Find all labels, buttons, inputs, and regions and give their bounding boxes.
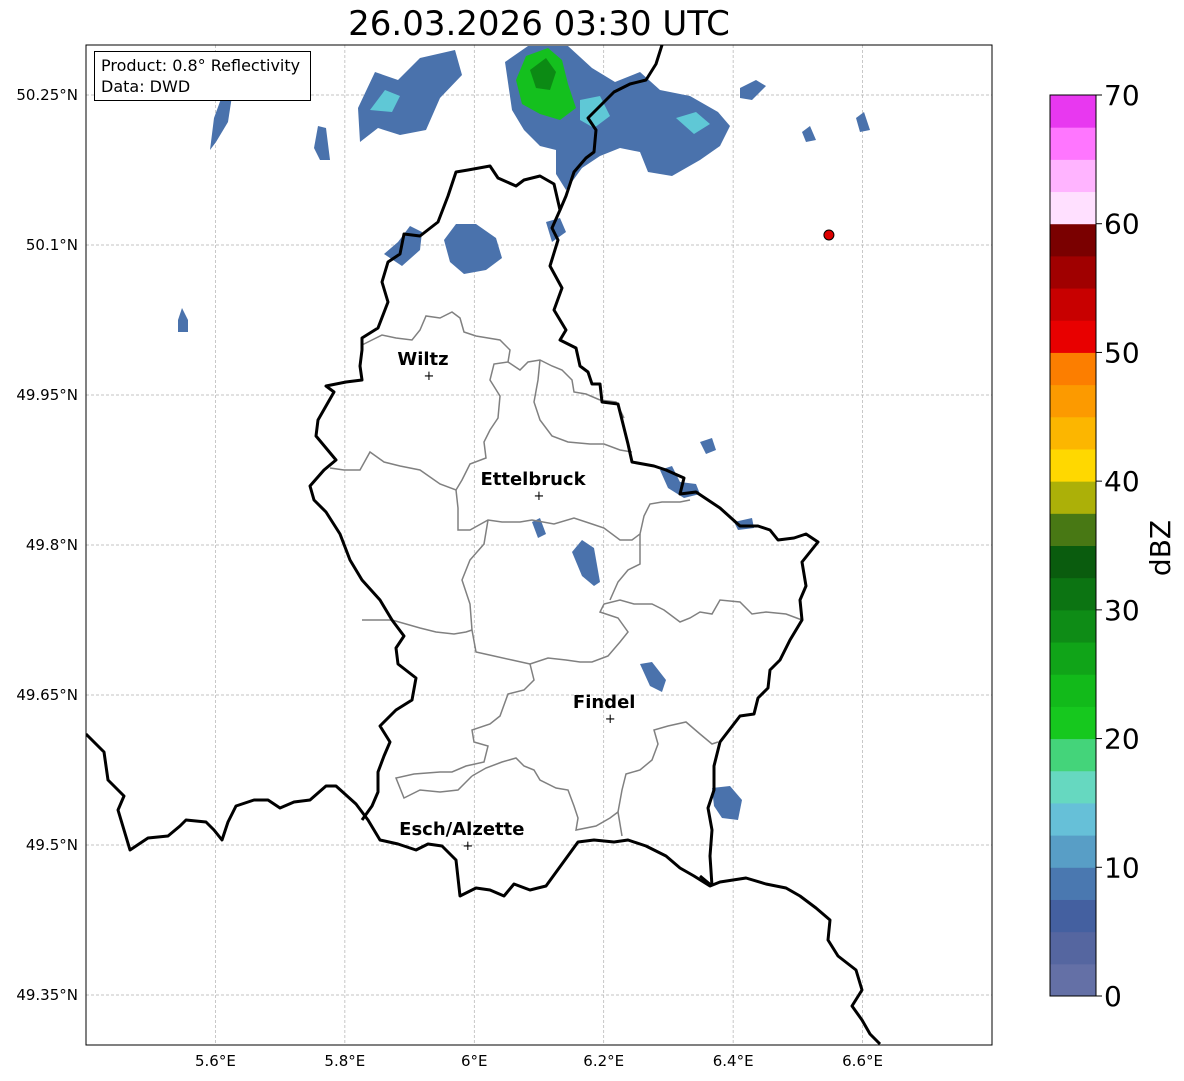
colorbar-band bbox=[1050, 448, 1096, 482]
colorbar-bands bbox=[1050, 95, 1096, 997]
colorbar-tick-label: 20 bbox=[1104, 723, 1140, 756]
colorbar-tick-label: 50 bbox=[1104, 336, 1140, 369]
colorbar-tick-label: 70 bbox=[1104, 79, 1140, 112]
colorbar-band bbox=[1050, 802, 1096, 836]
colorbar-band bbox=[1050, 288, 1096, 321]
colorbar-band bbox=[1050, 127, 1096, 160]
colorbar-band bbox=[1050, 384, 1096, 418]
colorbar-tick-label: 60 bbox=[1104, 208, 1140, 241]
colorbar-band bbox=[1050, 416, 1096, 450]
colorbar-band bbox=[1050, 931, 1096, 965]
colorbar-ticks: 0 10 20 30 40 50 60 70 bbox=[1096, 79, 1140, 1013]
colorbar-band bbox=[1050, 255, 1096, 289]
colorbar-tick-label: 0 bbox=[1104, 980, 1122, 1013]
colorbar-band bbox=[1050, 609, 1096, 643]
colorbar-band bbox=[1050, 481, 1096, 514]
colorbar-band bbox=[1050, 642, 1096, 675]
colorbar-band bbox=[1050, 835, 1096, 868]
colorbar-tick-label: 30 bbox=[1104, 594, 1140, 627]
colorbar-band bbox=[1050, 159, 1096, 193]
colorbar-band bbox=[1050, 738, 1096, 772]
colorbar-band bbox=[1050, 867, 1096, 900]
colorbar-band bbox=[1050, 770, 1096, 804]
colorbar-band bbox=[1050, 545, 1096, 579]
colorbar-band bbox=[1050, 223, 1096, 257]
colorbar-band bbox=[1050, 352, 1096, 386]
colorbar-band bbox=[1050, 577, 1096, 611]
colorbar-band bbox=[1050, 513, 1096, 546]
colorbar-tick-label: 10 bbox=[1104, 851, 1140, 884]
colorbar: 0 10 20 30 40 50 60 70 dBZ bbox=[1049, 79, 1177, 1013]
colorbar-band bbox=[1050, 674, 1096, 707]
colorbar-label: dBZ bbox=[1144, 520, 1177, 576]
colorbar-band bbox=[1050, 191, 1096, 225]
colorbar-band bbox=[1050, 706, 1096, 740]
colorbar-band bbox=[1050, 320, 1096, 353]
colorbar-band bbox=[1050, 963, 1096, 997]
colorbar-band bbox=[1050, 95, 1096, 128]
colorbar-tick-label: 40 bbox=[1104, 465, 1140, 498]
colorbar-band bbox=[1050, 899, 1096, 933]
